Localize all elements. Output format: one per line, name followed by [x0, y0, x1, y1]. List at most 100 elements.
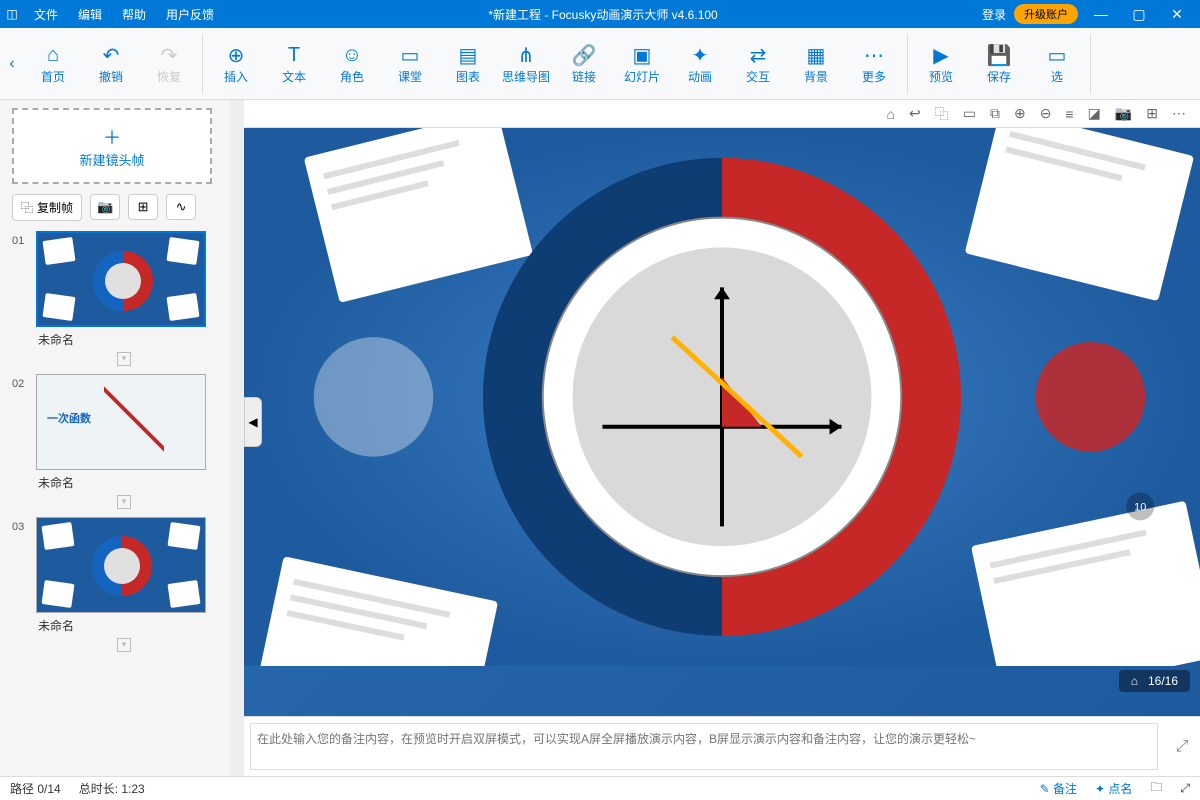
canvas-camera-icon[interactable]: 📷	[1115, 105, 1132, 122]
play-icon: ▶	[933, 42, 948, 68]
home-button[interactable]: ⌂首页	[24, 34, 82, 94]
slide-name: 未命名	[36, 474, 212, 491]
interact-icon: ⇄	[750, 42, 767, 68]
status-bar: 路径 0/14 总时长: 1:23 ✎ 备注 ✦ 点名 🗀 ⤢	[0, 776, 1200, 800]
flow-button[interactable]: ∿	[166, 194, 196, 220]
chart-button[interactable]: ▤图表	[439, 34, 497, 94]
canvas-zoomin-icon[interactable]: ⊕	[1014, 105, 1026, 122]
status-path: 路径 0/14	[10, 780, 61, 797]
more-button[interactable]: ⋯更多	[845, 34, 903, 94]
canvas[interactable]: ◀	[244, 128, 1200, 716]
chart-icon: ▤	[459, 42, 478, 68]
maximize-icon[interactable]: ▢	[1124, 6, 1154, 23]
canvas-content: 10	[244, 128, 1200, 666]
slide-marker-icon: ▾	[117, 352, 131, 366]
slide-item[interactable]: 03 未命名 ▾	[12, 517, 212, 652]
slide-thumbnail[interactable]	[36, 231, 206, 327]
canvas-zoomout-icon[interactable]: ⊖	[1040, 105, 1052, 122]
canvas-grid-icon[interactable]: ⊞	[1146, 105, 1158, 122]
slide-number: 02	[12, 374, 30, 509]
menu-edit[interactable]: 编辑	[68, 6, 112, 23]
canvas-align-icon[interactable]: ≡	[1065, 106, 1073, 122]
upgrade-button[interactable]: 升级账户	[1014, 4, 1078, 24]
background-button[interactable]: ▦背景	[787, 34, 845, 94]
text-icon: T	[288, 42, 300, 68]
plus-icon: ＋	[103, 124, 121, 150]
flow-icon: ∿	[176, 199, 187, 215]
toolbar: ‹ ⌂首页 ↶撤销 ↷恢复 ⊕插入 T文本 ☺角色 ▭课堂 ▤图表 ⋔思维导图 …	[0, 28, 1200, 100]
sidebar-scrollbar[interactable]	[230, 100, 244, 776]
insert-button[interactable]: ⊕插入	[207, 34, 265, 94]
slide-marker-icon: ▾	[117, 638, 131, 652]
canvas-toolbar: ⌂ ↩ ⿻ ▭ ⧉ ⊕ ⊖ ≡ ◪ 📷 ⊞ ⋯	[244, 100, 1200, 128]
slide-number: 03	[12, 517, 30, 652]
minimize-icon[interactable]: —	[1086, 6, 1116, 22]
slide-item[interactable]: 02 一次函数 未命名 ▾	[12, 374, 212, 509]
notes-panel: ⤢	[244, 716, 1200, 776]
slide-thumbnail[interactable]	[36, 517, 206, 613]
canvas-nav-chip[interactable]: ⌂ 16/16	[1119, 670, 1190, 692]
canvas-dup-icon[interactable]: ⧉	[990, 105, 1000, 122]
role-button[interactable]: ☺角色	[323, 34, 381, 94]
expand-icon: ⤢	[1176, 738, 1189, 756]
anim-button[interactable]: ✦动画	[671, 34, 729, 94]
plus-circle-icon: ⊕	[228, 42, 245, 68]
status-name-button[interactable]: ✦ 点名	[1095, 780, 1132, 797]
board-icon: ▭	[401, 42, 420, 68]
mindmap-button[interactable]: ⋔思维导图	[497, 34, 555, 94]
mindmap-icon: ⋔	[518, 42, 535, 68]
slide-name: 未命名	[36, 331, 212, 348]
canvas-home-icon[interactable]: ⌂	[887, 106, 895, 122]
slide-marker-icon: ▾	[117, 495, 131, 509]
select-icon: ▭	[1048, 42, 1067, 68]
interact-button[interactable]: ⇄交互	[729, 34, 787, 94]
copy-frame-button[interactable]: ⿻ 复制帧	[12, 194, 82, 221]
nav-home-icon[interactable]: ⌂	[1131, 674, 1138, 688]
qr-button[interactable]: ⊞	[128, 194, 158, 220]
notes-input[interactable]	[250, 723, 1158, 770]
collapse-sidebar-button[interactable]: ◀	[244, 397, 262, 447]
slide-name: 未命名	[36, 617, 212, 634]
new-frame-button[interactable]: ＋ 新建镜头帧	[12, 108, 212, 184]
link-button[interactable]: 🔗链接	[555, 34, 613, 94]
slide-item[interactable]: 01 未命名 ▾	[12, 231, 212, 366]
toolbar-expand-left-icon[interactable]: ‹	[4, 55, 20, 73]
redo-button[interactable]: ↷恢复	[140, 34, 198, 94]
titlebar: ◫ 文件 编辑 帮助 用户反馈 *新建工程 - Focusky动画演示大师 v4…	[0, 0, 1200, 28]
slide-number: 01	[12, 231, 30, 366]
thumb-title: 一次函数	[47, 410, 91, 426]
camera-button[interactable]: 📷	[90, 194, 120, 220]
status-note-button[interactable]: ✎ 备注	[1040, 780, 1077, 797]
canvas-back-icon[interactable]: ↩	[909, 105, 921, 122]
home-icon: ⌂	[47, 42, 59, 68]
menu-feedback[interactable]: 用户反馈	[156, 6, 224, 23]
slide-button[interactable]: ▣幻灯片	[613, 34, 671, 94]
person-icon: ☺	[342, 42, 362, 68]
preview-button[interactable]: ▶预览	[912, 34, 970, 94]
canvas-paste-icon[interactable]: ▭	[963, 105, 976, 122]
canvas-layer-icon[interactable]: ◪	[1088, 105, 1101, 122]
nav-count: 16/16	[1148, 674, 1178, 688]
save-button[interactable]: 💾保存	[970, 34, 1028, 94]
notes-expand-button[interactable]: ⤢	[1164, 717, 1200, 776]
select-button[interactable]: ▭选	[1028, 34, 1086, 94]
status-expand-icon[interactable]: ⤢	[1180, 781, 1190, 796]
slide-icon: ▣	[633, 42, 652, 68]
canvas-copy-icon[interactable]: ⿻	[935, 104, 949, 124]
menu-file[interactable]: 文件	[24, 6, 68, 23]
undo-icon: ↶	[103, 42, 120, 68]
login-link[interactable]: 登录	[982, 6, 1006, 23]
close-icon[interactable]: ✕	[1162, 6, 1192, 23]
status-folder-icon[interactable]: 🗀	[1150, 778, 1162, 799]
svg-text:10: 10	[1134, 501, 1146, 513]
slide-thumbnail[interactable]: 一次函数	[36, 374, 206, 470]
text-button[interactable]: T文本	[265, 34, 323, 94]
anim-icon: ✦	[692, 42, 709, 68]
app-logo-icon: ◫	[0, 7, 24, 21]
menu-help[interactable]: 帮助	[112, 6, 156, 23]
canvas-more-icon[interactable]: ⋯	[1172, 105, 1186, 122]
camera-icon: 📷	[97, 199, 113, 215]
undo-button[interactable]: ↶撤销	[82, 34, 140, 94]
class-button[interactable]: ▭课堂	[381, 34, 439, 94]
status-duration: 总时长: 1:23	[79, 780, 145, 797]
